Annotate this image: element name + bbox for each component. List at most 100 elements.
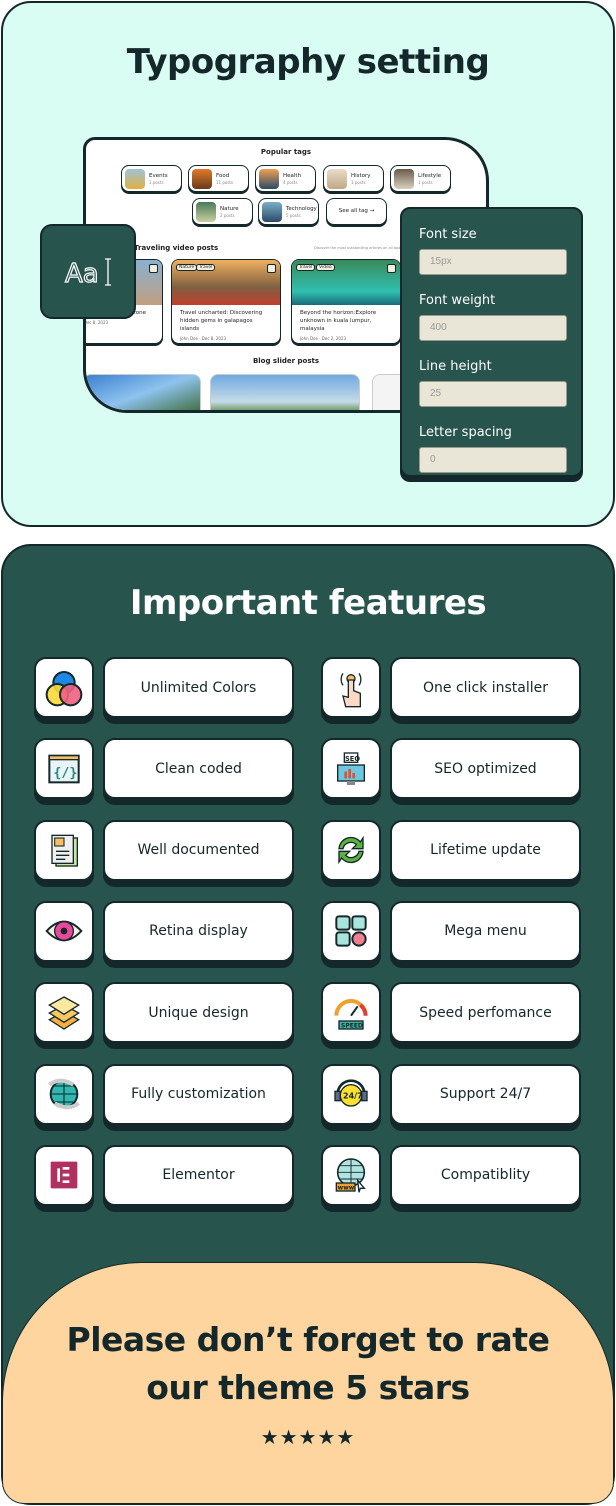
feature-label: Mega menu bbox=[390, 900, 581, 962]
feature-label: Fully customization bbox=[103, 1063, 294, 1125]
slider-image bbox=[86, 374, 201, 410]
setting-input[interactable]: 25 bbox=[419, 381, 567, 407]
video-post-card[interactable]: Nature Travel Travel uncharted: Discoverin… bbox=[171, 259, 281, 344]
tag-thumbnail bbox=[192, 168, 212, 189]
tag-count: 2 posts bbox=[220, 212, 235, 218]
tag-name: Food bbox=[216, 172, 230, 179]
setting-label: Font size bbox=[419, 227, 477, 242]
post-badge[interactable]: Travel bbox=[296, 264, 316, 271]
www-globe-icon: www bbox=[335, 1158, 366, 1193]
tag-count: 4 posts bbox=[283, 179, 298, 185]
tag-count: 1 posts bbox=[418, 179, 433, 185]
post-meta: John Doe · Dec 2, 2023 bbox=[300, 336, 347, 341]
tag-name: Technology bbox=[286, 205, 317, 212]
svg-text:24/7: 24/7 bbox=[343, 1092, 363, 1101]
eye-icon bbox=[45, 921, 83, 942]
video-post-card[interactable]: Travel Video Beyond the horizon:Explore un… bbox=[291, 259, 401, 344]
rate-message: Please don’t forget to rate our theme 5 … bbox=[0, 1316, 616, 1412]
tag-name: Nature bbox=[220, 205, 239, 212]
tag-thumbnail bbox=[125, 168, 145, 189]
feature-icon-box bbox=[34, 900, 94, 962]
feature-icon-box bbox=[34, 1063, 94, 1125]
typography-icon: Aa bbox=[40, 224, 136, 319]
setting-label: Letter spacing bbox=[419, 425, 512, 440]
tag-name: Health bbox=[283, 172, 302, 179]
speedometer-icon: SPEED bbox=[334, 998, 368, 1030]
setting-label: Font weight bbox=[419, 293, 496, 308]
setting-input[interactable]: 0 bbox=[419, 447, 567, 473]
feature-icon-box: {/} bbox=[34, 738, 94, 800]
color-circles-icon bbox=[45, 670, 83, 706]
post-title[interactable]: Beyond the horizon:Explore unknown in ku… bbox=[292, 305, 400, 333]
post-badge[interactable]: Travel bbox=[196, 264, 216, 271]
feature-icon-box bbox=[321, 819, 381, 881]
feature-icon-box bbox=[321, 657, 381, 718]
popular-tags-title: Popular tags bbox=[260, 148, 312, 156]
tag-chip[interactable]: Health 4 posts bbox=[255, 165, 316, 192]
post-badge[interactable]: Nature bbox=[176, 264, 198, 271]
tag-chip[interactable]: Food 11 posts bbox=[188, 165, 249, 192]
tag-chip[interactable]: Nature 2 posts bbox=[192, 198, 253, 225]
document-icon bbox=[51, 834, 78, 867]
tag-name: Events bbox=[149, 172, 168, 179]
post-badge[interactable]: Video bbox=[316, 264, 335, 271]
tag-name: Lifestyle bbox=[418, 172, 442, 179]
tag-thumbnail bbox=[259, 168, 279, 189]
post-title[interactable]: Travel uncharted: Discovering hidden gem… bbox=[172, 305, 280, 333]
feature-label: Lifetime update bbox=[390, 819, 581, 881]
bookmark-icon[interactable] bbox=[267, 264, 276, 273]
bookmark-icon[interactable] bbox=[149, 264, 158, 273]
layers-icon bbox=[48, 995, 80, 1030]
feature-label: Elementor bbox=[103, 1144, 294, 1206]
tag-chip[interactable]: Lifestyle 1 posts bbox=[390, 165, 451, 192]
feature-label: One click installer bbox=[390, 657, 581, 718]
star-rating[interactable]: ★★★★★ bbox=[0, 1425, 616, 1449]
feature-label: SEO optimized bbox=[390, 738, 581, 800]
tag-name: History bbox=[351, 172, 371, 179]
elementor-icon bbox=[50, 1161, 78, 1189]
tag-chip[interactable]: History 1 posts bbox=[323, 165, 384, 192]
feature-label: Retina display bbox=[103, 900, 294, 962]
feature-label: Speed perfomance bbox=[390, 982, 581, 1044]
headset-icon: 24/7 bbox=[334, 1079, 368, 1107]
grid-menu-icon bbox=[335, 915, 367, 948]
refresh-icon bbox=[338, 835, 364, 865]
code-window-icon: {/} bbox=[48, 754, 80, 784]
feature-icon-box: SPEED bbox=[321, 982, 381, 1044]
video-posts-title: Traveling video posts bbox=[134, 244, 219, 252]
svg-text:Aa: Aa bbox=[65, 259, 99, 289]
setting-input[interactable]: 400 bbox=[419, 315, 567, 341]
feature-label: Support 24/7 bbox=[390, 1063, 581, 1125]
post-meta: John Doe · Dec 8, 2023 bbox=[180, 336, 227, 341]
post-image: Travel Video bbox=[292, 260, 400, 305]
post-image: Nature Travel bbox=[172, 260, 280, 305]
svg-text:{/}: {/} bbox=[53, 766, 77, 781]
tag-count: 1 posts bbox=[351, 179, 366, 185]
rate-line-2: our theme 5 stars bbox=[146, 1368, 470, 1407]
feature-icon-box: www bbox=[321, 1144, 381, 1206]
video-posts-desc: Discover the most outstanding articles o… bbox=[314, 246, 405, 250]
features-title: Important features bbox=[129, 583, 487, 623]
see-all-tags-button[interactable]: See all tag → bbox=[326, 198, 387, 225]
setting-input[interactable]: 15px bbox=[419, 249, 567, 275]
feature-icon-box bbox=[34, 1144, 94, 1206]
tag-thumbnail bbox=[262, 201, 282, 222]
tap-hand-icon bbox=[340, 672, 362, 707]
feature-icon-box: SEO bbox=[321, 738, 381, 800]
feature-icon-box bbox=[34, 982, 94, 1044]
bookmark-icon[interactable] bbox=[387, 264, 396, 273]
feature-icon-box: 24/7 bbox=[321, 1063, 381, 1125]
tag-thumbnail bbox=[327, 168, 347, 189]
typography-settings-panel: Font size 15px Font weight 400 Line height 25… bbox=[400, 207, 583, 477]
tag-chip[interactable]: Events 1 posts bbox=[121, 165, 182, 192]
slider-image bbox=[210, 374, 360, 410]
svg-text:SEO: SEO bbox=[345, 755, 360, 763]
tag-count: 11 posts bbox=[216, 179, 234, 185]
feature-label: Compatiblity bbox=[390, 1144, 581, 1206]
feature-icon-box bbox=[34, 819, 94, 881]
globe-arrows-icon bbox=[48, 1078, 80, 1110]
typography-title: Typography setting bbox=[126, 42, 490, 82]
feature-label: Unique design bbox=[103, 982, 294, 1044]
seo-monitor-icon: SEO bbox=[337, 752, 365, 785]
tag-chip[interactable]: Technology 5 posts bbox=[258, 198, 319, 225]
